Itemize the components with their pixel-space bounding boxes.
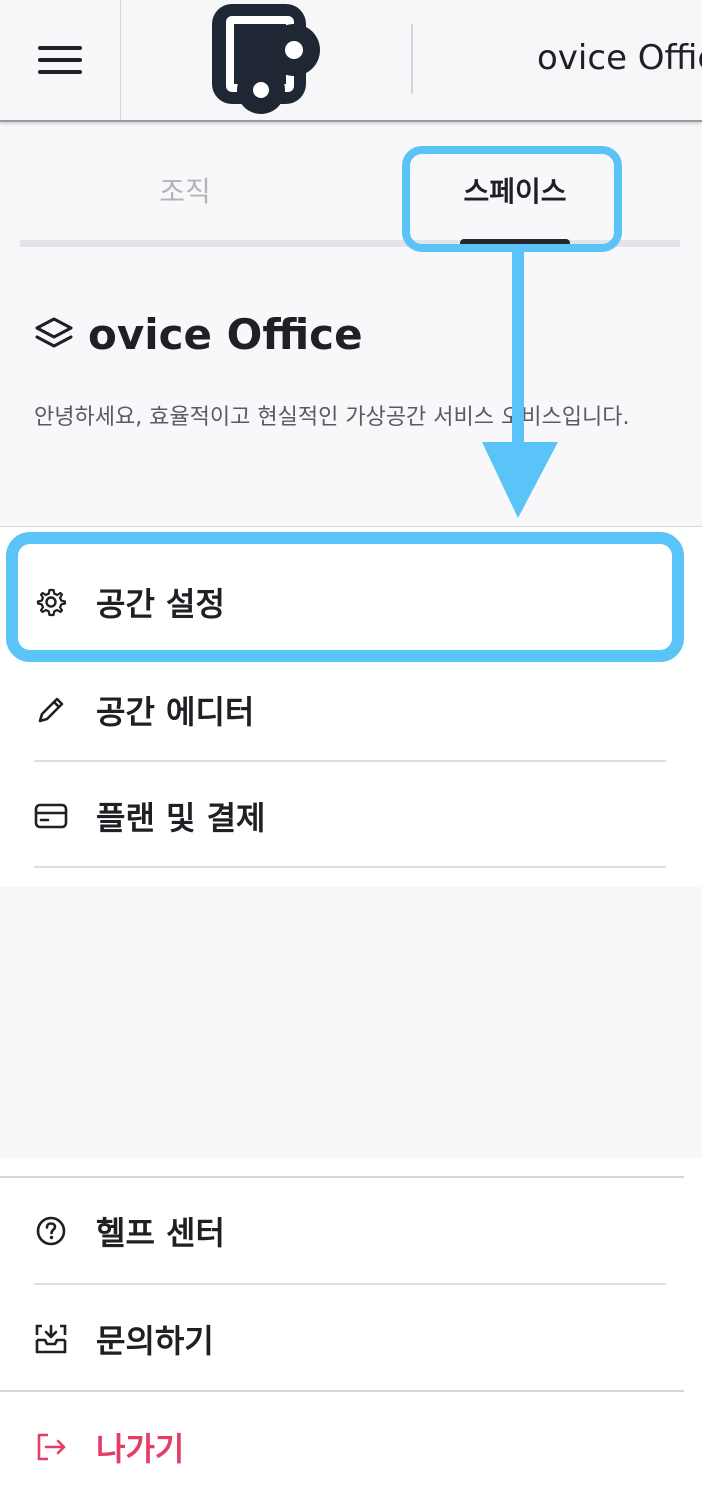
- tab-organization[interactable]: 조직: [40, 140, 330, 240]
- menu-item-label: 문의하기: [96, 1321, 214, 1360]
- ovice-logo-icon[interactable]: [206, 0, 328, 118]
- hamburger-menu-button[interactable]: [0, 0, 121, 120]
- app-title: ovice Offic: [537, 38, 702, 78]
- top-bar: ovice Offic: [0, 0, 702, 122]
- menu-item-label: 나가기: [96, 1429, 185, 1468]
- menu-item-space-editor[interactable]: 공간 에디터: [34, 657, 666, 762]
- menu-separator: [34, 866, 666, 868]
- layers-icon: [35, 317, 73, 347]
- menu-item-label: 헬프 센터: [96, 1213, 225, 1252]
- menu-separator: [0, 1390, 684, 1392]
- hamburger-line: [38, 58, 82, 62]
- hamburger-line: [38, 70, 82, 74]
- logout-icon: [34, 1430, 68, 1464]
- bottom-menu: 헬프 센터 문의하기 나가기: [0, 1158, 702, 1500]
- credit-card-icon: [34, 799, 68, 833]
- tab-highlight-box: [402, 146, 622, 252]
- help-circle-icon: [34, 1214, 68, 1248]
- menu-separator: [34, 760, 666, 762]
- menu-item-contact[interactable]: 문의하기: [34, 1286, 666, 1391]
- menu-item-exit[interactable]: 나가기: [34, 1394, 666, 1499]
- space-name: ovice Office: [88, 310, 363, 359]
- hamburger-menu-icon: [38, 46, 82, 50]
- menu-item-label: 공간 에디터: [96, 692, 255, 731]
- pencil-icon: [34, 693, 68, 727]
- menu-separator: [34, 1283, 666, 1285]
- space-name-row: ovice Office: [34, 310, 363, 359]
- menu-item-highlight-box: [6, 532, 684, 662]
- menu-item-label: 플랜 및 결제: [96, 798, 266, 837]
- annotation-arrow: [482, 250, 558, 518]
- inbox-download-icon: [34, 1322, 68, 1356]
- menu-item-plan-billing[interactable]: 플랜 및 결제: [34, 763, 666, 868]
- menu-item-help-center[interactable]: 헬프 센터: [34, 1178, 666, 1283]
- header-divider: [411, 24, 413, 94]
